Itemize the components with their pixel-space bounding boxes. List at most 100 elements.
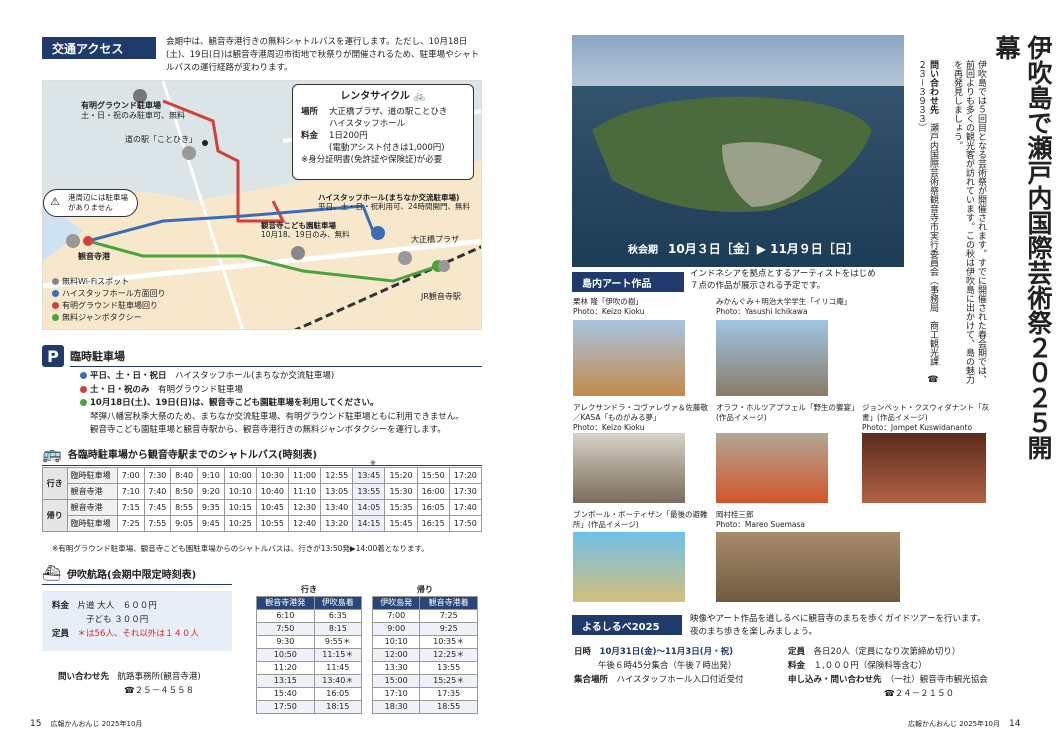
artwork-image [716, 532, 900, 602]
time-cell: 12:25＊ [419, 647, 478, 662]
time-cell: 10:55 [255, 515, 289, 532]
time-cell: 17:10 [371, 686, 421, 701]
stop-name: 臨時駐車場 [66, 515, 118, 532]
left-footer: 15 広報かんおんじ 2025年10月 [30, 719, 143, 729]
time-cell: 7:00 [371, 608, 421, 623]
time-cell: 7:55 [143, 515, 172, 532]
time-cell: 10:50 [256, 647, 315, 662]
table-row: 10:10 10:35＊ [371, 634, 478, 649]
time-cell: 9:55＊ [313, 634, 363, 649]
time-cell: 17:50 [256, 699, 315, 714]
time-cell: 10:35＊ [419, 634, 478, 649]
stop-name: 臨時駐車場 [66, 467, 118, 484]
shuttle-table: 行き 臨時駐車場 7:00 7:30 8:40 9:10 10:00 10:30 11:00 12… [42, 467, 483, 532]
time-cell: 7:25 [116, 515, 145, 532]
time-cell: 15:35 [384, 499, 418, 516]
rental-place-label: 場所 [301, 107, 319, 117]
time-cell: 7:25 [419, 608, 478, 623]
time-cell: 15:30 [384, 483, 418, 500]
time-cell: 17:20 [448, 467, 483, 484]
feature-body: 伊吹島では５回目となる芸術祭が開催されます。すでに開催された春会期では、前回より… [916, 60, 986, 385]
artwork-image [573, 320, 685, 396]
time-cell: 9:10 [196, 467, 225, 484]
time-cell: 11:00 [287, 467, 322, 484]
time-cell: 13:05 [320, 483, 354, 500]
map-label-jr: JR観音寺駅 [421, 292, 461, 301]
parking-title: 臨時駐車場 [70, 348, 482, 367]
time-cell: 13:40＊ [313, 673, 363, 688]
rental-place: 大正橋プラザ、道の駅ことひき ハイスタッフホール [329, 107, 448, 129]
artwork-caption: オラフ・ホルツアプフェル「野生の饗宴」(作品イメージ) [716, 403, 855, 422]
time-cell: 11:20 [256, 660, 315, 675]
map-label-yushu: 有明グラウンド駐車場 土・日・祝のみ駐車可、無料 [81, 101, 185, 120]
table-row: 13:30 13:55 [371, 660, 478, 675]
no-parking-warning: ⚠ 港周辺には駐車場がありません [43, 189, 138, 217]
time-cell: 7:00 [116, 467, 145, 484]
ferry-direction: 行き [301, 584, 317, 594]
time-cell: 12:00 [371, 647, 421, 662]
time-cell: 15:25＊ [419, 673, 478, 688]
artwork-caption: アレクサンドラ・コヴァレヴァ＆佐藤敬／KASA「ものがみる夢」 Photo：Kei… [573, 403, 708, 432]
time-cell: 13:45 [352, 467, 386, 484]
ship-icon: ⛴ [42, 564, 62, 582]
time-cell: 9:45 [196, 515, 225, 532]
bicycle-icon: 🚲 [413, 91, 426, 102]
table-row: 7:50 8:15 [256, 621, 363, 636]
legend-blue: ハイスタッフホール方面回り [52, 288, 166, 300]
table-row: 15:40 16:05 [256, 686, 363, 701]
time-cell: 10:45 [255, 499, 289, 516]
parking-icon: P [42, 345, 64, 367]
time-cell: 18:30 [371, 699, 421, 714]
ferry-go-table: 行き 観音寺港発 伊吹島着 6:10 6:35 7:50 8:15 9:30 9:55＊ 10:5… [256, 583, 363, 714]
time-cell: 7:15 [116, 499, 145, 516]
time-cell: 15:50 [416, 467, 450, 484]
legend-wifi: 無料Wi-Fiスポット [52, 276, 166, 288]
ferry-heading: ⛴ 伊吹航路(会期中限定時刻表) [42, 564, 232, 585]
time-cell: 13:30 [371, 660, 421, 675]
artwork-image [573, 433, 685, 503]
map-label-kodomo: 観音寺こども園駐車場 10月18、19日のみ、無料 [261, 221, 350, 239]
ferry-back-table: 帰り 伊吹島発 観音寺港着 7:00 7:25 9:00 9:25 10:10 10:35＊ 12… [371, 583, 478, 714]
island-graphic [592, 96, 872, 212]
shuttle-heading: 🚌 各臨時駐車場から観音寺駅までのシャトルバス(時刻表) [42, 444, 482, 466]
time-cell: 11:10 [287, 483, 322, 500]
table-row: 行き 臨時駐車場 7:00 7:30 8:40 9:10 10:00 10:30 11:00 12… [42, 467, 483, 500]
feature-title: 伊吹島で瀬戸内国際芸術祭２０２５開幕 [992, 35, 1053, 460]
artwork-image [716, 433, 828, 503]
column-header: 伊吹島発 [371, 595, 421, 610]
time-cell: 13:55 [419, 660, 478, 675]
artwork-image [573, 532, 685, 602]
column-header: 観音寺港発 [256, 595, 315, 610]
time-cell: 9:35 [196, 499, 225, 516]
yoru-details-right: 定員 各日20人（定員になり次第締め切り） 料金 １,０００円（保険料等含む） … [788, 647, 988, 699]
warning-icon: ⚠ [50, 195, 60, 208]
time-cell: 17:30 [448, 483, 483, 500]
time-cell: 7:40 [143, 483, 172, 500]
map-legend: 無料Wi-Fiスポット ハイスタッフホール方面回り 有明グラウンド駐車場回り 無… [52, 276, 166, 324]
table-row: 6:10 6:35 [256, 608, 363, 623]
time-cell: 13:40 [320, 499, 354, 516]
time-cell: 15:20 [384, 467, 418, 484]
legend-green: 無料ジャンボタクシー [52, 312, 166, 324]
table-row: 9:30 9:55＊ [256, 634, 363, 649]
time-cell: 14:05 [352, 499, 386, 516]
art-heading: 島内アート作品 [572, 272, 684, 292]
map-label-hightap: ハイスタッフホール(まちなか交流駐車場) 平日、土・日・祝利用可、24時間開門、無… [318, 193, 471, 211]
rental-note: ※身分証明書(免許証や保険証)が必要 [301, 155, 443, 165]
stop-name: 観音寺港 [66, 499, 118, 516]
table-row: 13:15 13:40＊ [256, 673, 363, 688]
time-cell: 10:15 [223, 499, 257, 516]
ferry-direction: 帰り [417, 584, 433, 594]
time-cell: 11:45 [313, 660, 363, 675]
time-cell: 9:05 [170, 515, 198, 532]
time-cell: 16:15 [416, 515, 450, 532]
time-cell: 11:15＊ [313, 647, 363, 662]
rental-title: レンタサイクル [340, 91, 410, 102]
artwork-caption: 岡村桂三郎 Photo：Mareo Suemasa [716, 510, 806, 529]
time-cell: 6:10 [256, 608, 315, 623]
ferry-fare-box: 料金 片道 大人 ６００円 子ども ３００円 定員 ＊は56人、それ以外は１４０… [42, 591, 232, 651]
stop-name: 観音寺港 [66, 483, 118, 500]
time-cell: 9:30 [256, 634, 315, 649]
table-row: 15:00 15:25＊ [371, 673, 478, 688]
artwork-caption: みかんぐみ＋明治大学学生「イリコ庵」 Photo：Yasushi Ichikawa [716, 297, 852, 316]
